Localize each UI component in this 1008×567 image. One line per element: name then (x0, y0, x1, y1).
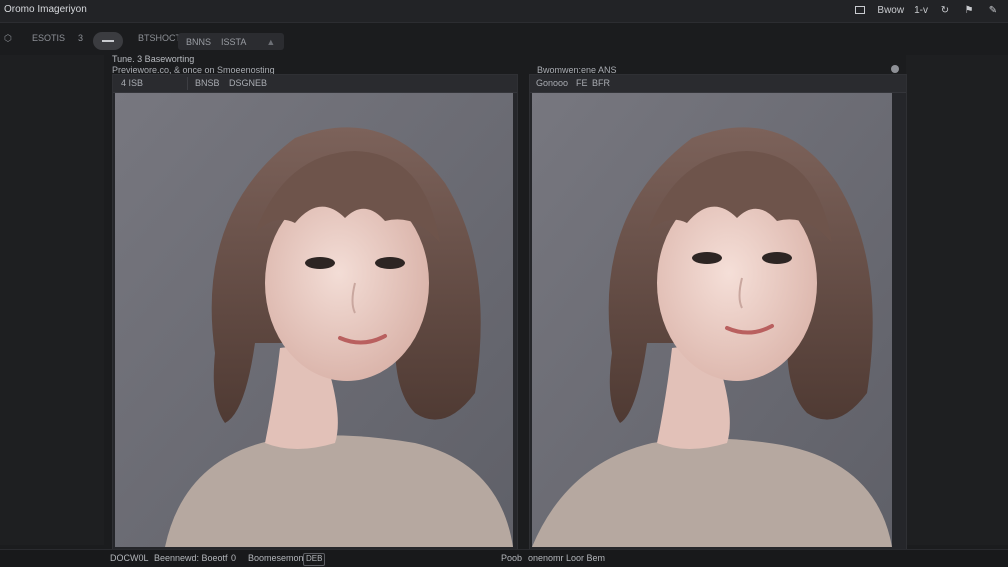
status-item-2: Beennewd: Boeotf (154, 553, 228, 563)
minus-icon (102, 40, 114, 42)
pin-icon[interactable]: ⚑ (962, 3, 976, 17)
status-badge[interactable]: DEB (303, 553, 326, 566)
mode-option-b[interactable]: ISSTA (221, 37, 246, 47)
panel-tab-b[interactable]: BNSB (195, 78, 220, 88)
mode-group: BNNS ISSTA ▲ (178, 33, 284, 50)
portrait-image-original (115, 93, 513, 547)
view-label[interactable]: Bwow (877, 5, 904, 16)
panel-tab-b[interactable]: FE (576, 78, 588, 88)
active-tool-button[interactable] (93, 32, 123, 50)
app-title: Oromo Imageriyon (4, 4, 87, 15)
refresh-icon[interactable]: ↻ (938, 3, 952, 17)
layers-icon[interactable]: ⬡ (4, 33, 12, 44)
settings-dot-icon[interactable] (891, 65, 899, 73)
left-sidebar (0, 55, 104, 545)
zoom-label[interactable]: 1-v (914, 5, 928, 16)
status-item-3: 0 (231, 553, 237, 563)
tool-button-1[interactable]: ESOTIS (32, 33, 65, 43)
chat-icon[interactable] (853, 3, 867, 17)
status-item-6: Poob (501, 553, 523, 563)
mode-option-a[interactable]: BNNS (186, 37, 211, 47)
status-item-7: onenomr Loor Bem (528, 553, 606, 563)
panel-header: Gonooo FE BFR (530, 75, 906, 93)
status-bar: DOCW0L Beennewd: Boeotf 0 Boomesemon DEB… (0, 549, 1008, 567)
panel-header: 4 ISB BNSB DSGNEB (113, 75, 517, 93)
portrait-image-enhanced (532, 93, 892, 547)
title-bar: Oromo Imageriyon Bwow 1-v ↻ ⚑ ✎ (0, 0, 1008, 23)
panel-tab-a[interactable]: Gonooo (536, 78, 568, 88)
app-window: Oromo Imageriyon Bwow 1-v ↻ ⚑ ✎ ⬡ ESOTIS… (0, 0, 1008, 567)
status-item-4: Boomesemon (248, 553, 304, 563)
panel-tab-c[interactable]: BFR (592, 78, 610, 88)
pen-icon[interactable]: ✎ (986, 3, 1000, 17)
status-item-1: DOCW0L (110, 553, 149, 563)
tool-button-2[interactable]: 3 (78, 33, 83, 43)
divider (187, 77, 188, 90)
panel-tab-c[interactable]: DSGNEB (229, 78, 267, 88)
tool-button-3[interactable]: BTSHOCT (138, 33, 181, 43)
titlebar-actions: Bwow 1-v ↻ ⚑ ✎ (853, 3, 1000, 17)
enhanced-image-panel: Gonooo FE BFR (529, 74, 907, 550)
right-sidebar (906, 55, 1008, 545)
toolbar: ⬡ ESOTIS 3 BTSHOCT BNNS ISSTA ▲ (0, 28, 1008, 52)
original-image-panel: 4 ISB BNSB DSGNEB (112, 74, 518, 550)
dropdown-icon[interactable]: ▲ (266, 37, 275, 47)
panel-tab-a[interactable]: 4 ISB (121, 78, 143, 88)
breadcrumb: Tune. 3 Baseworting (112, 54, 195, 64)
